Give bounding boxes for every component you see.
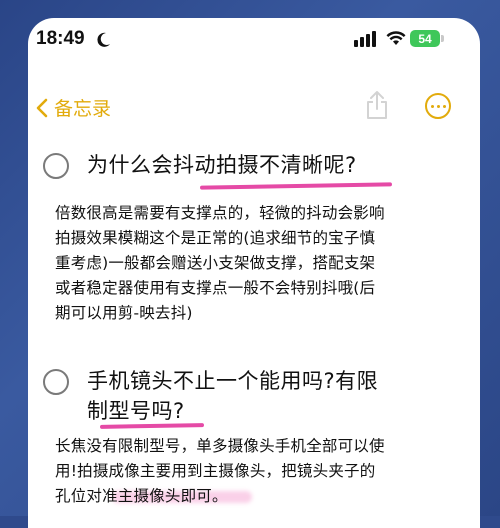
more-icon-dot	[436, 104, 440, 108]
back-button[interactable]: 备忘录	[36, 94, 111, 121]
more-button[interactable]	[425, 93, 451, 119]
body-line: 孔位对准主摄像头即可。	[55, 487, 228, 505]
chevron-left-icon	[36, 98, 48, 117]
wifi-icon	[386, 31, 406, 45]
note-body: 长焦没有限制型号，单多摄像头手机全部可以使 用!拍摄成像主要用到主摄像头，把镜头…	[55, 434, 385, 509]
note-heading: 制型号吗?	[87, 399, 185, 423]
share-icon[interactable]	[365, 90, 389, 120]
more-icon-dot	[442, 104, 446, 108]
moon-icon	[97, 32, 110, 47]
body-line: 或者稳定器使用有支撑点一般不会特别抖哦(后	[55, 279, 376, 297]
note-body: 倍数很高是需要有支撑点的，轻微的抖动会影响 拍摄效果模糊这个是正常的(追求细节的…	[55, 201, 385, 326]
back-label: 备忘录	[54, 98, 112, 120]
body-line: 重考虑)一般都会赠送小支架做支撑，搭配支架	[55, 254, 376, 272]
status-time: 18:49	[36, 28, 85, 49]
battery-icon: 54	[410, 30, 440, 47]
body-line: 拍摄效果模糊这个是正常的(追求细节的宝子慎	[55, 229, 376, 247]
signal-icon	[354, 31, 376, 47]
checkbox-icon[interactable]	[43, 369, 69, 395]
checkbox-icon[interactable]	[43, 153, 69, 179]
note-heading: 手机镜头不止一个能用吗?有限	[87, 369, 379, 393]
note-heading: 为什么会抖动拍摄不清晰呢?	[87, 153, 357, 177]
body-line: 倍数很高是需要有支撑点的，轻微的抖动会影响	[55, 204, 385, 222]
body-line: 长焦没有限制型号，单多摄像头手机全部可以使	[55, 437, 385, 455]
battery-tip	[441, 35, 444, 42]
body-line: 期可以用剪-映去抖)	[55, 304, 193, 322]
more-icon-dot	[430, 104, 434, 108]
body-line: 用!拍摄成像主要用到主摄像头，把镜头夹子的	[55, 462, 376, 480]
